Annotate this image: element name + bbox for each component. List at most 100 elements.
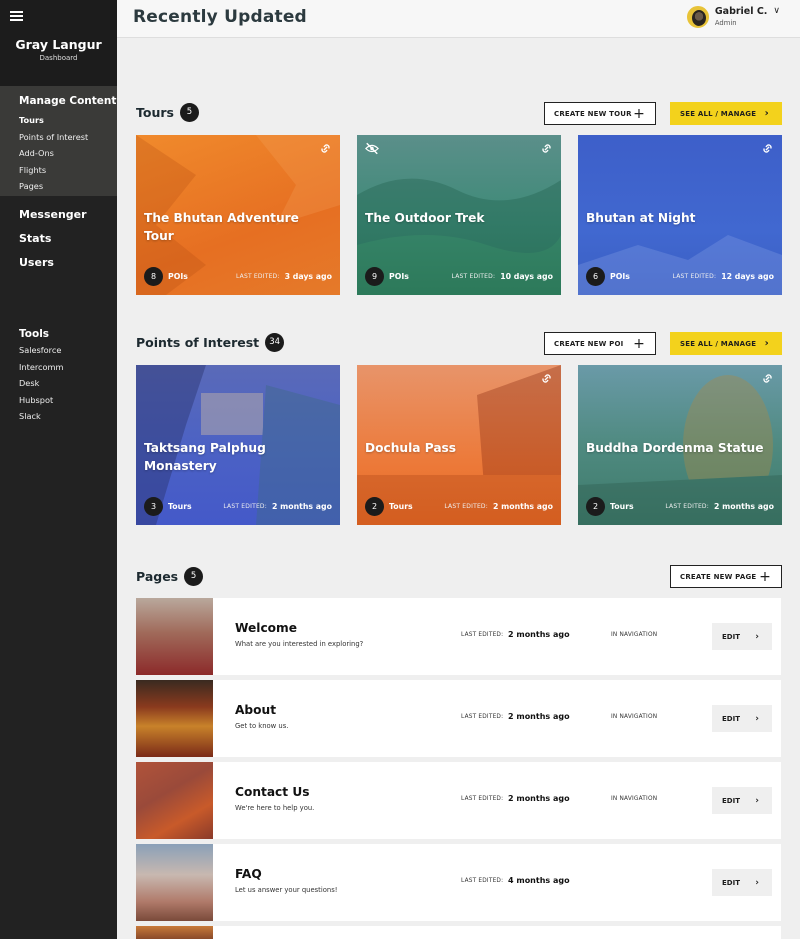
sidebar-item-pages[interactable]: Pages: [19, 178, 117, 195]
card-unit-label: POIs: [610, 271, 630, 281]
last-edited-label: LAST EDITED:: [461, 714, 504, 720]
card-footer: 9 POIs LAST EDITED: 10 days ago: [365, 266, 553, 286]
link-icon[interactable]: [761, 372, 774, 385]
hamburger-menu-icon[interactable]: [10, 11, 23, 21]
page-subtitle: Get to know us.: [235, 722, 289, 730]
create-new-tour-button[interactable]: CREATE NEW TOUR +: [544, 102, 656, 125]
card-footer: 3 Tours LAST EDITED: 2 months ago: [144, 496, 332, 516]
page-thumbnail: [136, 762, 213, 839]
tour-card[interactable]: The Bhutan Adventure Tour 8 POIs LAST ED…: [136, 135, 340, 295]
tour-count-badge: 2: [586, 496, 605, 516]
sidebar-item-flights[interactable]: Flights: [19, 162, 117, 179]
sidebar-item-tours[interactable]: Tours: [19, 112, 117, 129]
last-edited-label: LAST EDITED:: [672, 272, 717, 280]
last-edited-value: 2 months ago: [492, 501, 553, 511]
last-edited-value: 12 days ago: [721, 271, 774, 281]
last-edited-value: 2 months ago: [508, 630, 570, 639]
chevron-right-icon: ›: [755, 631, 759, 642]
poi-card[interactable]: Buddha Dordenma Statue 2 Tours LAST EDIT…: [578, 365, 782, 525]
card-title: Bhutan at Night: [586, 211, 696, 225]
page-title: Recently Updated: [133, 7, 307, 27]
page-row[interactable]: Contact Us We're here to help you. LAST …: [136, 762, 781, 839]
sidebar-item-add-ons[interactable]: Add-Ons: [19, 145, 117, 162]
user-name: Gabriel C.: [714, 6, 768, 17]
chevron-down-icon[interactable]: ∨: [773, 6, 780, 16]
card-unit-label: Tours: [389, 501, 413, 511]
chevron-right-icon: ›: [755, 795, 759, 806]
create-new-page-button[interactable]: CREATE NEW PAGE +: [670, 565, 782, 588]
card-unit-label: Tours: [168, 501, 192, 511]
tours-see-all-button[interactable]: SEE ALL / MANAGE ›: [670, 102, 782, 125]
last-edited-value: 10 days ago: [500, 271, 553, 281]
page-row[interactable]: About Get to know us. LAST EDITED: 2 mon…: [136, 680, 781, 757]
page-title-text: Welcome: [235, 621, 298, 635]
avatar[interactable]: [686, 6, 709, 28]
page-title-text: FAQ: [235, 867, 262, 881]
sidebar-item-manage-content[interactable]: Manage Content: [19, 95, 117, 107]
sidebar-item-hubspot[interactable]: Hubspot: [19, 392, 64, 409]
user-menu[interactable]: Gabriel C. Admin ∨: [686, 6, 780, 28]
brand-name: Gray Langur: [15, 37, 102, 52]
card-footer: 2 Tours LAST EDITED: 2 months ago: [586, 496, 774, 516]
poi-card[interactable]: Taktsang Palphug Monastery 3 Tours LAST …: [136, 365, 340, 525]
user-role: Admin: [714, 19, 737, 27]
sidebar-item-users[interactable]: Users: [19, 251, 117, 275]
card-title: Dochula Pass: [365, 441, 457, 455]
chevron-right-icon: ›: [755, 877, 759, 888]
poi-card[interactable]: Dochula Pass 2 Tours LAST EDITED: 2 mont…: [357, 365, 561, 525]
page-subtitle: We're here to help you.: [235, 804, 315, 812]
sidebar-tools-heading: Tools: [19, 328, 50, 340]
edit-button[interactable]: EDIT ›: [712, 869, 772, 896]
last-edited-value: 4 months ago: [508, 876, 570, 885]
sidebar-brand-area: Gray Langur Dashboard: [0, 0, 117, 86]
card-title: Buddha Dordenma Statue: [586, 441, 764, 455]
pages-section-title: Pages 5: [136, 567, 204, 586]
create-new-poi-button[interactable]: CREATE NEW POI +: [544, 332, 656, 355]
sidebar-main-nav: Messenger Stats Users: [0, 203, 117, 275]
page-row[interactable]: [136, 926, 781, 939]
link-icon[interactable]: [319, 142, 332, 155]
edit-label: EDIT: [722, 714, 740, 723]
edit-label: EDIT: [722, 796, 740, 805]
link-icon[interactable]: [761, 142, 774, 155]
create-new-poi-label: CREATE NEW POI: [554, 339, 624, 348]
navigation-status: IN NAVIGATION: [611, 714, 658, 720]
card-title: The Outdoor Trek: [365, 211, 485, 225]
sidebar-item-desk[interactable]: Desk: [19, 375, 64, 392]
page-thumbnail: [136, 844, 213, 921]
poi-count-badge: 34: [265, 333, 285, 352]
poi-count-badge: 6: [586, 266, 605, 286]
card-unit-label: POIs: [168, 271, 188, 281]
page-thumbnail: [136, 598, 213, 675]
tours-count-badge: 5: [179, 103, 199, 122]
sidebar-item-intercomm[interactable]: Intercomm: [19, 359, 64, 376]
poi-see-all-button[interactable]: SEE ALL / MANAGE ›: [670, 332, 782, 355]
last-edited-label: LAST EDITED:: [665, 502, 709, 510]
sidebar-item-messenger[interactable]: Messenger: [19, 203, 117, 227]
tour-card[interactable]: The Outdoor Trek 9 POIs LAST EDITED: 10 …: [357, 135, 561, 295]
poi-count-badge: 8: [144, 266, 163, 286]
link-icon[interactable]: [540, 142, 553, 155]
link-icon[interactable]: [540, 372, 553, 385]
plus-icon: +: [633, 105, 645, 122]
chevron-right-icon: ›: [755, 713, 759, 724]
hidden-eye-icon: [365, 142, 379, 155]
tour-card[interactable]: Bhutan at Night 6 POIs LAST EDITED: 12 d…: [578, 135, 782, 295]
page-thumbnail: [136, 926, 213, 939]
sidebar-item-slack[interactable]: Slack: [19, 408, 64, 425]
card-footer: 2 Tours LAST EDITED: 2 months ago: [365, 496, 553, 516]
edit-button[interactable]: EDIT ›: [712, 705, 772, 732]
sidebar-item-points-of-interest[interactable]: Points of Interest: [19, 129, 117, 146]
edit-button[interactable]: EDIT ›: [712, 623, 772, 650]
last-edited-value: 3 days ago: [284, 271, 332, 281]
tour-count-badge: 2: [365, 496, 384, 516]
page-row[interactable]: Welcome What are you interested in explo…: [136, 598, 781, 675]
page-row[interactable]: FAQ Let us answer your questions! LAST E…: [136, 844, 781, 921]
sidebar-item-stats[interactable]: Stats: [19, 227, 117, 251]
sidebar-item-salesforce[interactable]: Salesforce: [19, 342, 64, 359]
pages-heading: Pages: [136, 569, 179, 584]
edit-label: EDIT: [722, 632, 740, 641]
create-new-page-label: CREATE NEW PAGE: [680, 572, 757, 581]
edit-button[interactable]: EDIT ›: [712, 787, 772, 814]
poi-heading: Points of Interest: [136, 335, 260, 350]
